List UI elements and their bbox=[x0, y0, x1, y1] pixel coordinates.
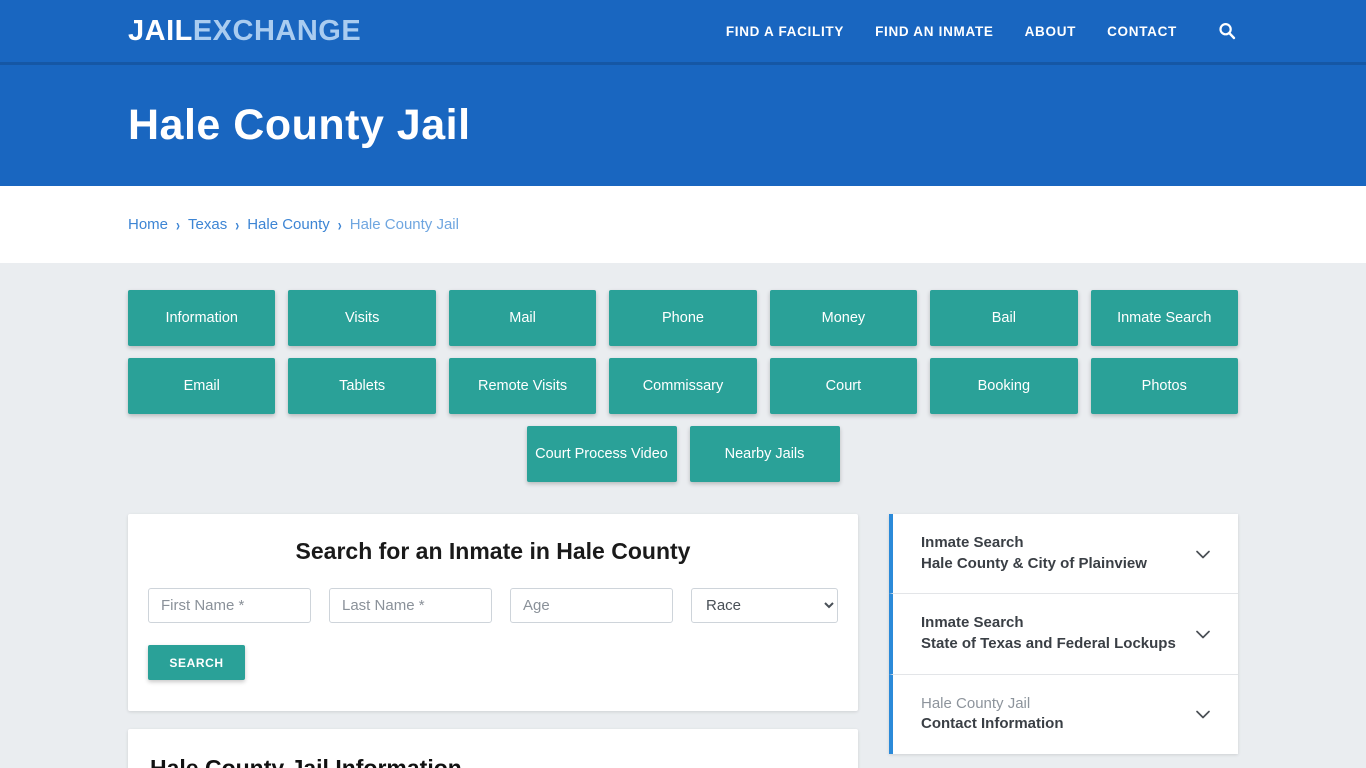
breadcrumb: Home › Texas › Hale County › Hale County… bbox=[128, 215, 459, 234]
breadcrumb-bar: Home › Texas › Hale County › Hale County… bbox=[0, 186, 1366, 263]
section-button-phone[interactable]: Phone bbox=[609, 290, 757, 346]
search-fields-row: Race bbox=[148, 588, 838, 623]
section-button-inmate-search[interactable]: Inmate Search bbox=[1090, 290, 1238, 346]
accordion-item-title: Inmate Search bbox=[921, 534, 1024, 551]
logo-text-primary: JAIL bbox=[128, 14, 193, 47]
accordion-item-text: Hale County Jail Contact Information bbox=[921, 694, 1192, 735]
button-row-2: Email Tablets Remote Visits Commissary C… bbox=[128, 358, 1238, 414]
main-navigation: FIND A FACILITY FIND AN INMATE ABOUT CON… bbox=[726, 20, 1238, 42]
section-button-visits[interactable]: Visits bbox=[288, 290, 436, 346]
sidebar-accordion: Inmate Search Hale County & City of Plai… bbox=[889, 514, 1238, 755]
accordion-item-text: Inmate Search Hale County & City of Plai… bbox=[921, 533, 1192, 574]
lower-columns: Search for an Inmate in Hale County Race… bbox=[128, 514, 1238, 768]
chevron-right-icon: › bbox=[176, 215, 181, 234]
section-button-email[interactable]: Email bbox=[128, 358, 276, 414]
chevron-down-icon[interactable] bbox=[1192, 543, 1214, 565]
breadcrumb-item-home[interactable]: Home bbox=[128, 216, 168, 233]
nav-item-contact[interactable]: CONTACT bbox=[1107, 24, 1177, 39]
accordion-item-title: Inmate Search bbox=[921, 614, 1024, 632]
breadcrumb-item-hale-county[interactable]: Hale County bbox=[247, 216, 330, 233]
chevron-down-icon[interactable] bbox=[1192, 703, 1214, 725]
accordion-item-inmate-search-county[interactable]: Inmate Search Hale County & City of Plai… bbox=[889, 514, 1238, 595]
search-heading: Search for an Inmate in Hale County bbox=[295, 538, 691, 564]
main-content: Information Visits Mail Phone Money Bail… bbox=[0, 263, 1366, 768]
logo-text-secondary: EXCHANGE bbox=[192, 14, 362, 47]
search-button[interactable]: SEARCH bbox=[148, 645, 245, 680]
accordion-item-subtitle: Contact Information bbox=[921, 715, 1064, 733]
accordion-item-text: Inmate Search State of Texas and Federal… bbox=[921, 613, 1192, 654]
first-name-input[interactable] bbox=[148, 588, 311, 623]
section-button-court-process-video[interactable]: Court Process Video bbox=[526, 426, 677, 482]
section-button-photos[interactable]: Photos bbox=[1090, 358, 1238, 414]
nav-item-find-an-inmate[interactable]: FIND AN INMATE bbox=[875, 24, 994, 39]
nav-item-find-a-facility[interactable]: FIND A FACILITY bbox=[726, 24, 844, 39]
chevron-right-icon: › bbox=[337, 215, 342, 234]
site-logo[interactable]: JAILEXCHANGE bbox=[128, 14, 362, 47]
age-input[interactable] bbox=[510, 588, 673, 623]
section-button-nearby-jails[interactable]: Nearby Jails bbox=[689, 426, 840, 482]
section-button-court[interactable]: Court bbox=[769, 358, 918, 414]
facility-section-buttons: Information Visits Mail Phone Money Bail… bbox=[128, 290, 1238, 482]
chevron-down-icon[interactable] bbox=[1192, 623, 1214, 645]
accordion-item-title: Hale County Jail bbox=[921, 694, 1031, 712]
race-select[interactable]: Race bbox=[691, 588, 838, 623]
page-title-banner: Hale County Jail bbox=[0, 65, 1366, 186]
chevron-right-icon: › bbox=[235, 215, 240, 234]
button-row-1: Information Visits Mail Phone Money Bail… bbox=[128, 290, 1238, 346]
section-button-bail[interactable]: Bail bbox=[930, 290, 1078, 346]
section-button-money[interactable]: Money bbox=[769, 290, 918, 346]
search-icon[interactable] bbox=[1216, 20, 1238, 42]
section-button-commissary[interactable]: Commissary bbox=[609, 358, 757, 414]
section-button-tablets[interactable]: Tablets bbox=[288, 358, 436, 414]
breadcrumb-item-hale-county-jail[interactable]: Hale County Jail bbox=[350, 216, 459, 233]
accordion-item-subtitle: State of Texas and Federal Lockups bbox=[921, 635, 1176, 653]
section-button-booking[interactable]: Booking bbox=[930, 358, 1078, 414]
accordion-item-subtitle: Hale County & City of Plainview bbox=[921, 554, 1147, 572]
accordion-item-inmate-search-state[interactable]: Inmate Search State of Texas and Federal… bbox=[889, 594, 1238, 675]
last-name-input[interactable] bbox=[329, 588, 492, 623]
accordion-item-contact-information[interactable]: Hale County Jail Contact Information bbox=[889, 674, 1238, 755]
jail-information-card: Hale County Jail Information bbox=[128, 729, 858, 768]
button-row-3: Court Process Video Nearby Jails bbox=[128, 426, 1238, 482]
page-title: Hale County Jail bbox=[128, 100, 471, 149]
left-column: Search for an Inmate in Hale County Race… bbox=[128, 514, 858, 768]
site-header: JAILEXCHANGE FIND A FACILITY FIND AN INM… bbox=[0, 0, 1366, 65]
nav-item-about[interactable]: ABOUT bbox=[1025, 24, 1077, 39]
section-button-information[interactable]: Information bbox=[128, 290, 276, 346]
section-button-remote-visits[interactable]: Remote Visits bbox=[448, 358, 597, 414]
inmate-search-card: Search for an Inmate in Hale County Race… bbox=[128, 514, 858, 711]
section-button-mail[interactable]: Mail bbox=[448, 290, 597, 346]
jail-information-heading: Hale County Jail Information bbox=[150, 755, 462, 768]
breadcrumb-item-texas[interactable]: Texas bbox=[188, 216, 227, 233]
right-column: Inmate Search Hale County & City of Plai… bbox=[889, 514, 1238, 755]
